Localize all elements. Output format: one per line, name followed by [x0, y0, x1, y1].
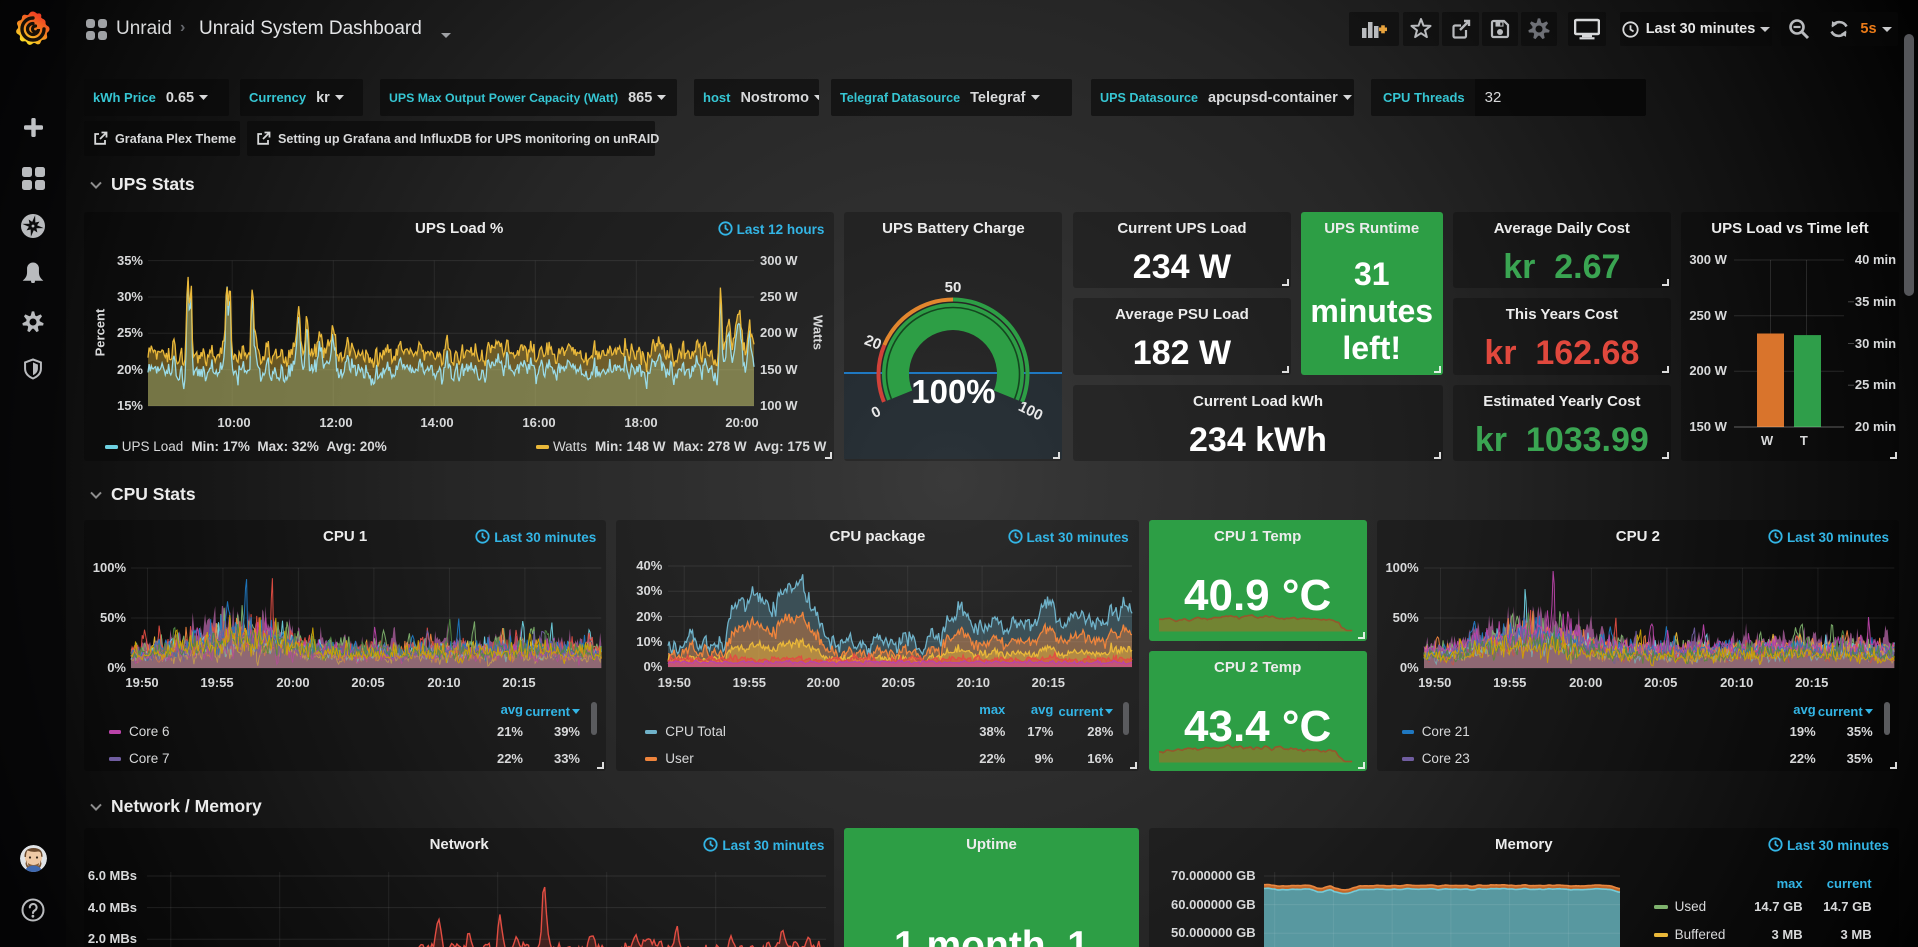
svg-text:50: 50 — [945, 279, 962, 296]
